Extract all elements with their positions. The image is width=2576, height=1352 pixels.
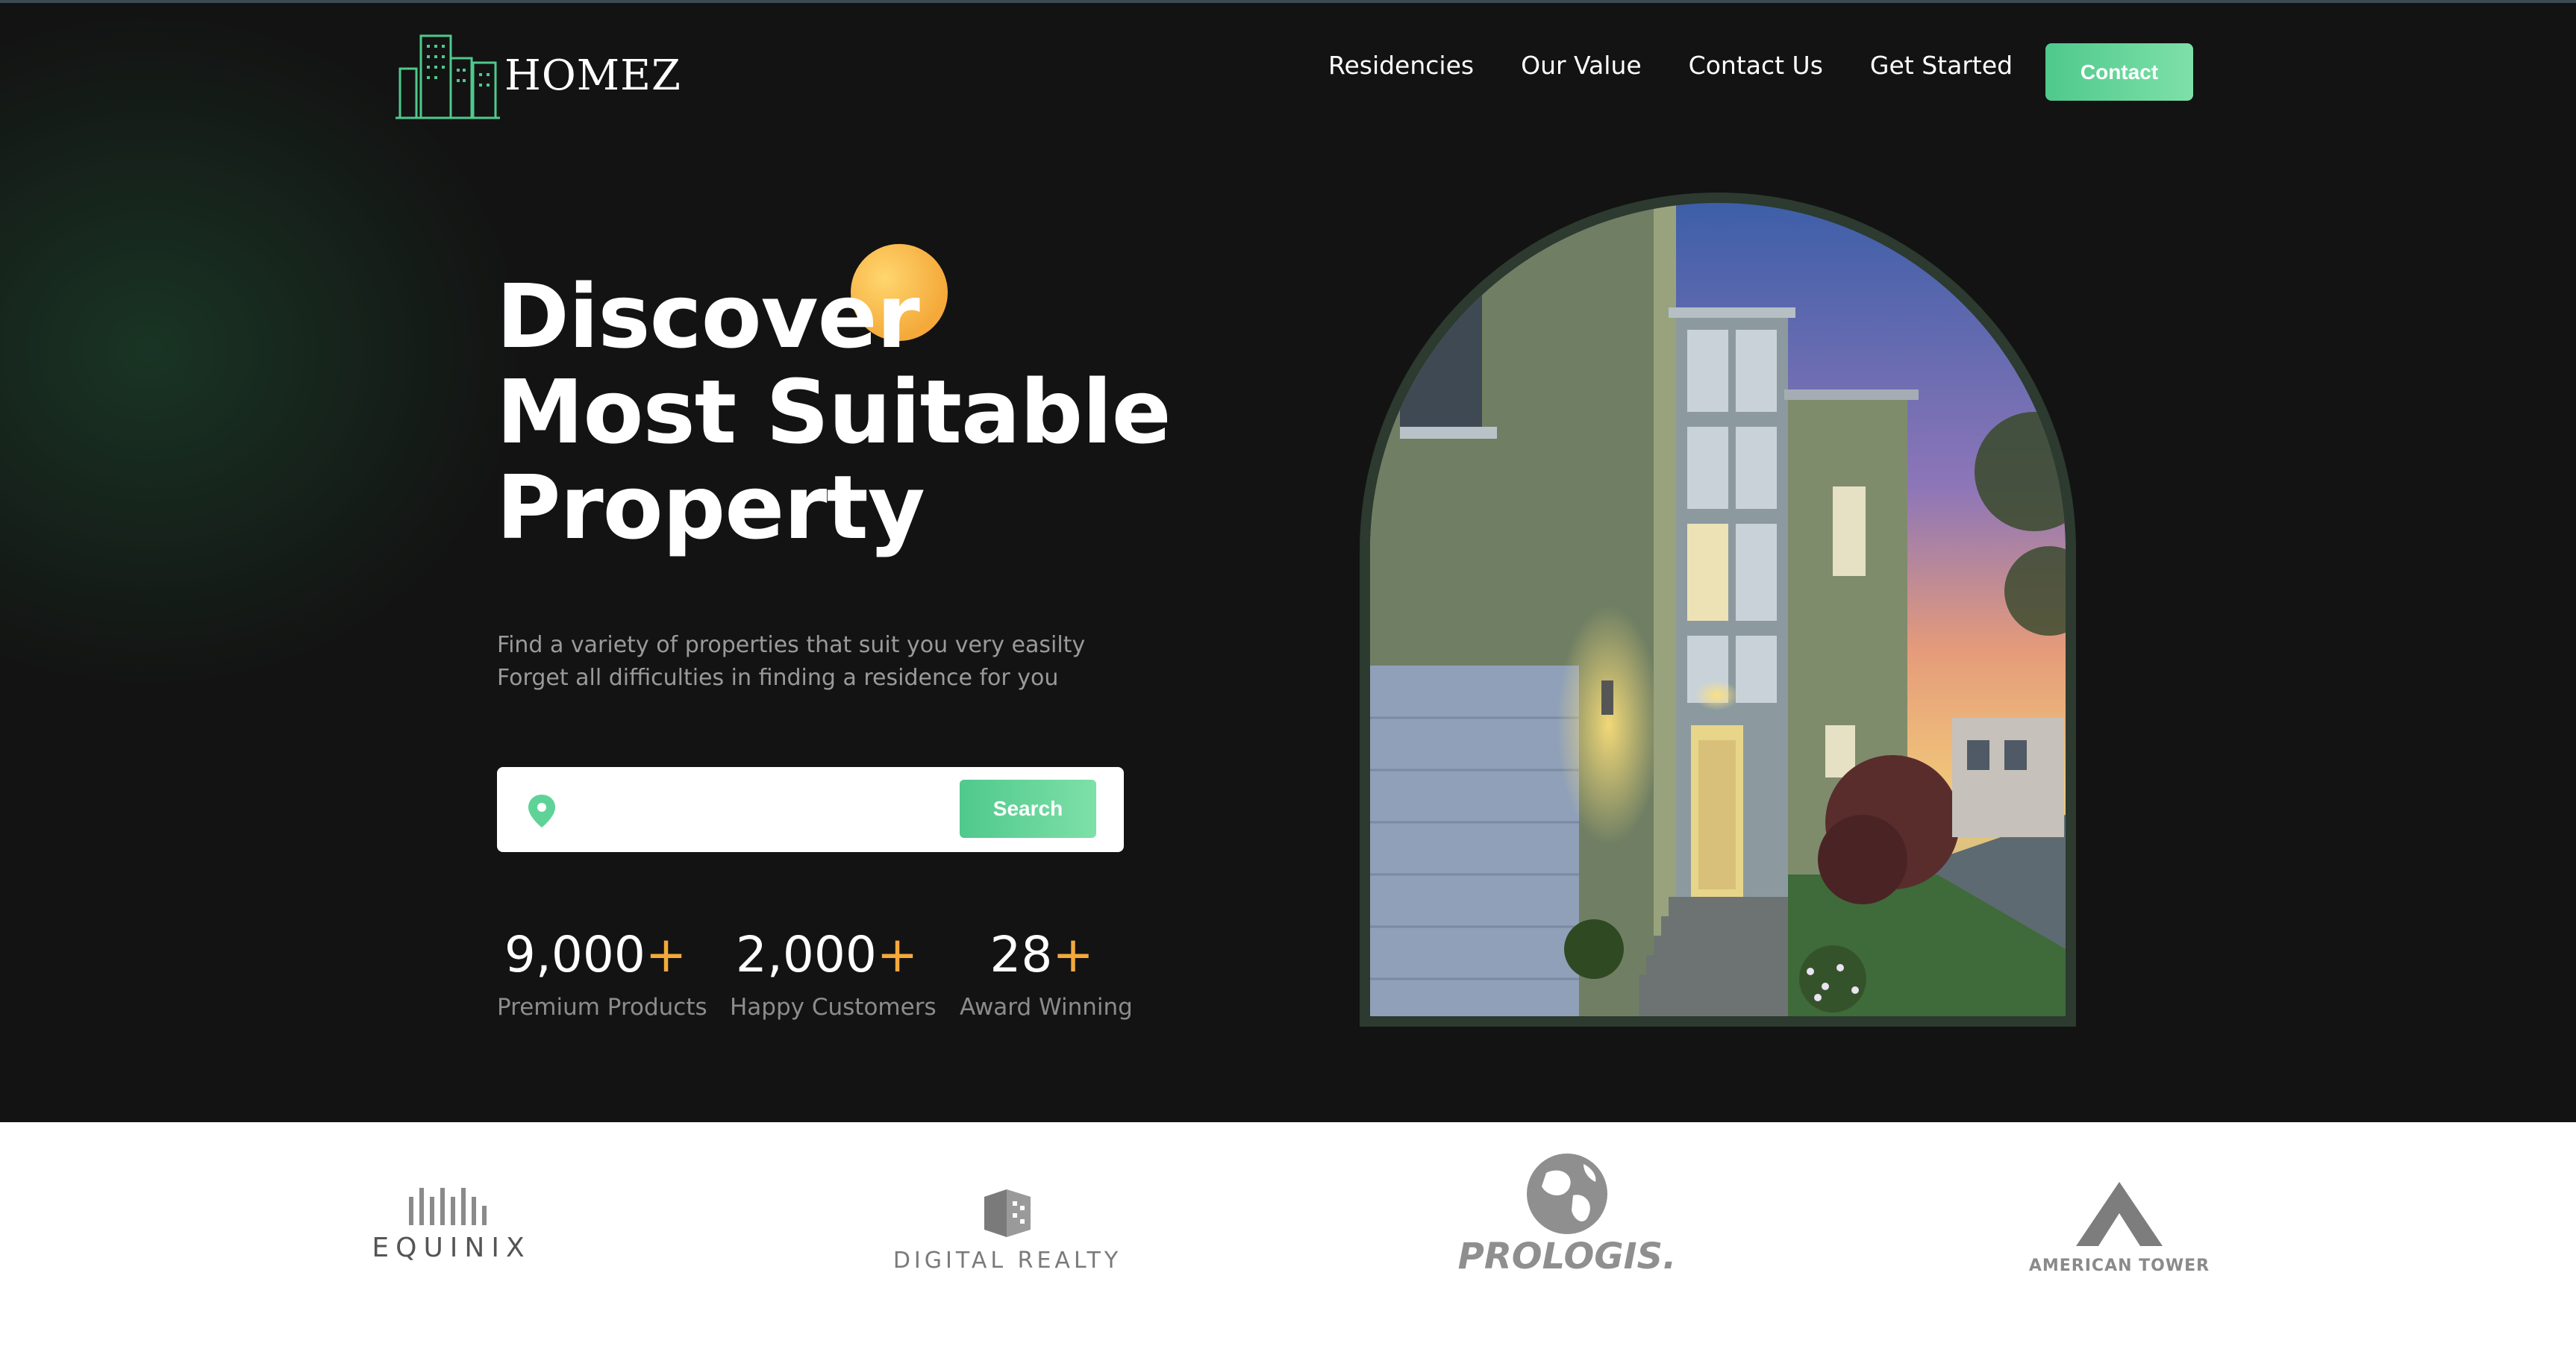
- stat-number: 9,000+: [504, 926, 687, 983]
- partners-strip: EQUINIX DIGITAL REALTY PROLOGIS. AMERICA…: [0, 1122, 2576, 1352]
- top-border: [0, 0, 2576, 3]
- equinix-logo-icon: [409, 1188, 487, 1225]
- prologis-name: PROLOGIS.: [1457, 1236, 1677, 1277]
- headline-line-1: Discover: [496, 265, 920, 368]
- hero-image-frame: [1360, 193, 2076, 1027]
- partner-digital-realty[interactable]: DIGITAL REALTY: [884, 1186, 1131, 1274]
- nav-contact-us[interactable]: Contact Us: [1689, 51, 1823, 80]
- headline-line-2: Most Suitable: [496, 360, 1172, 463]
- nav-our-value[interactable]: Our Value: [1521, 51, 1642, 80]
- stat-label: Award Winning: [960, 994, 1133, 1021]
- stat-premium-products: 9,000+ Premium Products: [497, 925, 707, 1021]
- search-input[interactable]: [572, 783, 990, 836]
- house-photo: [1370, 203, 2066, 1016]
- subtitle-line-1: Find a variety of properties that suit y…: [497, 632, 1086, 658]
- brand-logo[interactable]: HOMEZ: [396, 31, 681, 119]
- partner-american-tower[interactable]: AMERICAN TOWER: [2000, 1180, 2239, 1275]
- nav-get-started[interactable]: Get Started: [1870, 51, 2013, 80]
- headline-line-3: Property: [496, 456, 925, 559]
- hero-subtitle: Find a variety of properties that suit y…: [497, 629, 1085, 695]
- location-pin-icon: [528, 795, 555, 827]
- equinix-name: EQUINIX: [372, 1233, 531, 1263]
- stat-happy-customers: 2,000+ Happy Customers: [730, 925, 937, 1021]
- stat-number: 2,000+: [735, 926, 919, 983]
- logo-text: HOMEZ: [504, 51, 681, 100]
- hero-section: HOMEZ Residencies Our Value Contact Us G…: [0, 0, 2576, 1122]
- hero-headline: Discover Most Suitable Property: [496, 265, 1172, 559]
- digital-realty-name: DIGITAL REALTY: [892, 1248, 1122, 1274]
- house-illustration: [1370, 203, 2066, 1016]
- stat-label: Happy Customers: [730, 994, 937, 1021]
- main-nav: Residencies Our Value Contact Us Get Sta…: [1328, 51, 2060, 80]
- partner-prologis[interactable]: PROLOGIS.: [1448, 1151, 1686, 1277]
- tower-logo-icon: [2076, 1182, 2163, 1246]
- digital-realty-logo-icon: [984, 1189, 1031, 1237]
- stat-label: Premium Products: [497, 994, 707, 1021]
- search-button[interactable]: Search: [960, 780, 1096, 838]
- globe-icon: [1527, 1154, 1607, 1234]
- search-bar: Search: [497, 767, 1124, 852]
- nav-residencies[interactable]: Residencies: [1328, 51, 1474, 80]
- buildings-icon: [396, 34, 500, 119]
- stat-number: 28+: [990, 926, 1094, 983]
- american-tower-name: AMERICAN TOWER: [2028, 1256, 2210, 1275]
- contact-button[interactable]: Contact: [2045, 43, 2193, 101]
- stat-award-winning: 28+ Award Winning: [960, 925, 1133, 1021]
- partner-equinix[interactable]: EQUINIX: [351, 1180, 552, 1263]
- subtitle-line-2: Forget all difficulties in finding a res…: [497, 665, 1059, 691]
